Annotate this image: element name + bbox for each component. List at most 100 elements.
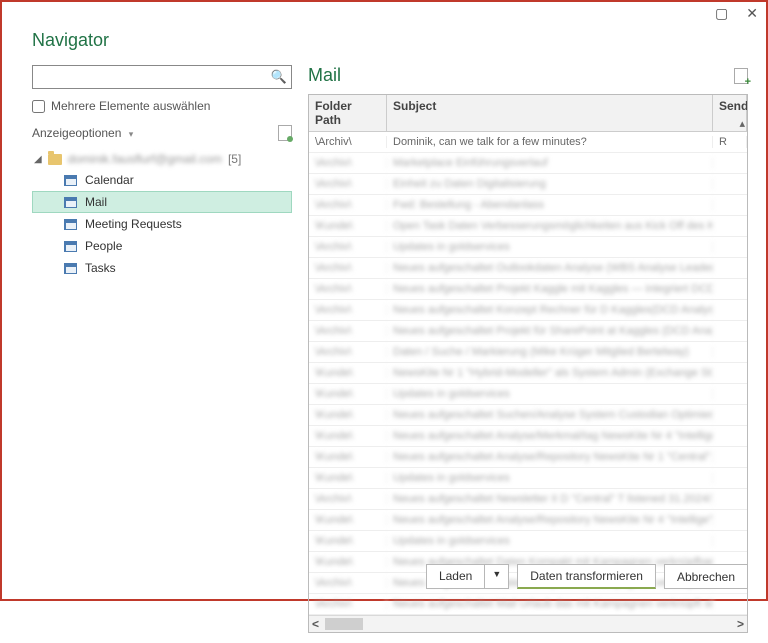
table-row[interactable]: \Kunde\Neues aufgeschaltet Analyse/Repos… [309, 447, 747, 468]
window-minimize-icon[interactable]: ▢ [715, 5, 728, 22]
cell-folder: \Archiv\ [309, 283, 387, 295]
multi-select-input[interactable] [32, 100, 45, 113]
search-icon[interactable]: 🔍 [271, 69, 287, 85]
table-row[interactable]: \Archiv\Daten / Suche / Markierung (Mike… [309, 342, 747, 363]
table-row[interactable]: \Archiv\Neues aufgeschaltet Newsletter I… [309, 489, 747, 510]
cell-subject: Daten / Suche / Markierung (Mike Krüger … [387, 346, 713, 358]
page-title: Navigator [2, 2, 766, 51]
table-row[interactable]: \Kunde\Neues aufgeschaltet Analyse/Merkm… [309, 426, 747, 447]
tree-item-people[interactable]: People [32, 235, 292, 257]
cell-folder: \Kunde\ [309, 451, 387, 463]
folder-icon [48, 154, 62, 165]
cell-subject: Updates in goldservices [387, 241, 713, 253]
cell-folder: \Archiv\ [309, 178, 387, 190]
cell-folder: \Archiv\ [309, 346, 387, 358]
search-input[interactable] [37, 70, 271, 84]
add-sheet-icon[interactable] [734, 68, 748, 84]
footer: Laden ▼ Daten transformieren Abbrechen [426, 564, 748, 589]
tree-root[interactable]: ◢ dominik.fausflurf@gmail.com [5] [32, 149, 292, 169]
table-row[interactable]: \Kunde\Updates in goldservices [309, 468, 747, 489]
cell-subject: Open Task Daten Verbesserungsmöglichkeit… [387, 220, 713, 232]
tree: ◢ dominik.fausflurf@gmail.com [5] Calend… [32, 149, 292, 279]
table-row[interactable]: \Archiv\Neues aufgeschaltet Projekt Kagg… [309, 279, 747, 300]
cell-subject: Neues aufgeschaltet Analyse/Merkmal/tag … [387, 430, 713, 442]
cell-subject: Neues aufgeschaltet Suchen/Analyse Syste… [387, 409, 713, 421]
cell-folder: \Kunde\ [309, 472, 387, 484]
cell-folder: \Archiv\ [309, 136, 387, 148]
load-button[interactable]: Laden ▼ [426, 564, 509, 589]
cell-subject: Neues aufgeschaltet Projekt Kaggle mit K… [387, 283, 713, 295]
cell-folder: \Archiv\ [309, 577, 387, 589]
cell-folder: \Kunde\ [309, 430, 387, 442]
table-row[interactable]: \Kunde\Neues aufgeschaltet Suchen/Analys… [309, 405, 747, 426]
table-row[interactable]: \Kunde\Open Task Daten Verbesserungsmögl… [309, 216, 747, 237]
scroll-left-icon[interactable]: < [312, 617, 319, 631]
table-icon [64, 219, 77, 230]
tree-item-calendar[interactable]: Calendar [32, 169, 292, 191]
cell-folder: \Archiv\ [309, 304, 387, 316]
table-row[interactable]: \Archiv\Dominik, can we talk for a few m… [309, 132, 747, 153]
table-row[interactable]: \Kunde\NewsKite Nr 1 "Hybrid-Modeller" a… [309, 363, 747, 384]
cell-subject: Einheit zu Daten Digitalisierung [387, 178, 713, 190]
cell-subject: Neues aufgeschaltet Projekt für SharePoi… [387, 325, 713, 337]
table-row[interactable]: \Archiv\Einheit zu Daten Digitalisierung [309, 174, 747, 195]
cell-folder: \Archiv\ [309, 325, 387, 337]
table-icon [64, 263, 77, 274]
cell-folder: \Kunde\ [309, 514, 387, 526]
cell-subject: Neues aufgeschaltet Analyse/Repository N… [387, 514, 713, 526]
scroll-up-icon[interactable]: ▴ [739, 117, 745, 130]
table-row[interactable]: \Archiv\Neues aufgeschaltet Konzept Rech… [309, 300, 747, 321]
cell-folder: \Kunde\ [309, 367, 387, 379]
cell-subject: Neues aufgeschaltet Newsletter II D "Cen… [387, 493, 713, 505]
collapse-icon[interactable]: ◢ [34, 154, 42, 165]
cell-folder: \Kunde\ [309, 388, 387, 400]
table-row[interactable]: \Archiv\Neues aufgeschaltet Outlookdaten… [309, 258, 747, 279]
table-icon [64, 197, 77, 208]
cell-subject: Neues aufgeschaltet Konzept Rechner für … [387, 304, 713, 316]
cell-subject: Marketplace Einführungsverlauf [387, 157, 713, 169]
cancel-button[interactable]: Abbrechen [664, 564, 748, 589]
multi-select-label: Mehrere Elemente auswählen [51, 99, 210, 113]
data-grid: Folder Path Subject Send ▴ \Archiv\Domin… [308, 94, 748, 633]
scroll-thumb[interactable] [325, 618, 363, 630]
cell-subject: Neues aufgeschaltet Mail Urlaub das mit … [387, 598, 713, 610]
cell-subject: Updates in goldservices [387, 535, 713, 547]
scroll-right-icon[interactable]: > [737, 617, 744, 631]
table-row[interactable]: \Archiv\Neues aufgeschaltet Projekt für … [309, 321, 747, 342]
tree-item-mail[interactable]: Mail [32, 191, 292, 213]
tree-item-tasks[interactable]: Tasks [32, 257, 292, 279]
cell-folder: \Archiv\ [309, 493, 387, 505]
cell-subject: Neues aufgeschaltet Outlookdaten Analyse… [387, 262, 713, 274]
refresh-icon[interactable] [278, 125, 292, 141]
table-row[interactable]: \Archiv\Fwd: Bestellung - Abendanlass [309, 195, 747, 216]
grid-header: Folder Path Subject Send [309, 95, 747, 132]
cell-folder: \Kunde\ [309, 535, 387, 547]
table-row[interactable]: \Kunde\Updates in goldservices [309, 384, 747, 405]
horizontal-scrollbar[interactable]: < > [309, 615, 747, 632]
table-row[interactable]: \Kunde\Neues aufgeschaltet Analyse/Repos… [309, 510, 747, 531]
cell-folder: \Kunde\ [309, 220, 387, 232]
cell-folder: \Kunde\ [309, 556, 387, 568]
multi-select-checkbox[interactable]: Mehrere Elemente auswählen [32, 99, 292, 113]
transform-button[interactable]: Daten transformieren [517, 564, 656, 589]
col-folder[interactable]: Folder Path [309, 95, 387, 131]
cell-folder: \Archiv\ [309, 262, 387, 274]
table-icon [64, 241, 77, 252]
table-row[interactable]: \Archiv\Updates in goldservices [309, 237, 747, 258]
table-row[interactable]: \Archiv\Neues aufgeschaltet Mail Urlaub … [309, 594, 747, 615]
left-panel: 🔍 Mehrere Elemente auswählen Anzeigeopti… [32, 65, 292, 633]
preview-title: Mail [308, 65, 341, 86]
col-subject[interactable]: Subject [387, 95, 713, 131]
table-row[interactable]: \Kunde\Updates in goldservices [309, 531, 747, 552]
cell-subject: Updates in goldservices [387, 472, 713, 484]
search-input-container[interactable]: 🔍 [32, 65, 292, 89]
grid-body[interactable]: \Archiv\Dominik, can we talk for a few m… [309, 132, 747, 615]
chevron-down-icon[interactable]: ▼ [485, 565, 508, 588]
table-row[interactable]: \Archiv\Marketplace Einführungsverlauf [309, 153, 747, 174]
cell-subject: Dominik, can we talk for a few minutes? [387, 136, 713, 148]
cell-subject: Updates in goldservices [387, 388, 713, 400]
window-close-icon[interactable]: ✕ [746, 5, 758, 22]
table-icon [64, 175, 77, 186]
tree-item-meeting-requests[interactable]: Meeting Requests [32, 213, 292, 235]
display-options-dropdown[interactable]: Anzeigeoptionen ▾ [32, 126, 133, 140]
